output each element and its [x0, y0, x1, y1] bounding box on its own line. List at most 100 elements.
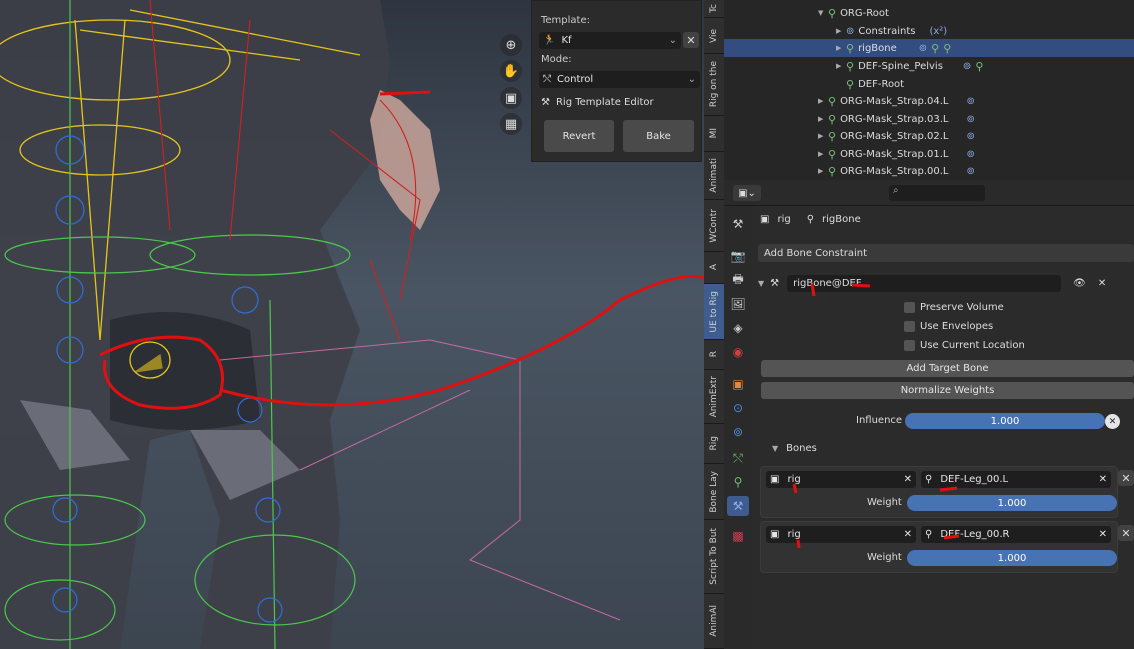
tab-view[interactable]: Vie	[704, 18, 724, 54]
zoom-icon[interactable]: ⊕	[500, 34, 522, 56]
rig-template-editor-button[interactable]: ⚒ Rig Template Editor	[541, 97, 654, 108]
bone-tab-icon[interactable]: ⚲	[727, 472, 749, 492]
outliner-row[interactable]: ▶ ⚲ ORG-Mask_Strap.02.L ⊚	[724, 127, 1134, 145]
bone-constraint-tab-icon[interactable]: ⚒	[727, 496, 749, 516]
revert-button[interactable]: Revert	[544, 120, 614, 152]
constraint-icon: ⊚	[846, 25, 855, 37]
tab-wcontr[interactable]: WContr	[704, 200, 724, 252]
expand-right-icon: ▶	[818, 115, 824, 123]
tab-label: Rig	[709, 436, 719, 451]
bone-icon: ⚲	[828, 6, 837, 20]
rig-template-editor-label: Rig Template Editor	[555, 97, 654, 108]
outliner-label: rigBone	[858, 42, 897, 54]
outliner-row[interactable]: ▼ ⚲ ORG-Root	[724, 4, 1134, 22]
bone-icon: ⚲	[828, 147, 837, 161]
bone-icon: ⚲	[828, 164, 837, 178]
bake-button[interactable]: Bake	[623, 120, 694, 152]
tab-r[interactable]: R	[704, 340, 724, 370]
texture-tab-icon[interactable]: ▩	[727, 526, 749, 546]
expand-right-icon: ▶	[818, 97, 824, 105]
mode-value: Control	[557, 74, 594, 85]
tab-bone-lay[interactable]: Bone Lay	[704, 464, 724, 520]
outliner: ▼ ⚲ ORG-Root ▶ ⊚ Constraints (x²) ▶ ⚲ rigBone ⊚ ⚲…	[724, 0, 1134, 180]
object-tab-icon[interactable]: ▣	[727, 374, 749, 394]
search-input[interactable]: ⌕	[889, 185, 985, 201]
outliner-row[interactable]: ▶ ⚲ ORG-Mask_Strap.00.L ⊚	[724, 162, 1134, 180]
constraint-icon: ⊚	[966, 113, 975, 125]
chevron-down-icon: ⌄	[668, 35, 677, 46]
expand-right-icon: ▶	[818, 150, 824, 158]
tab-label: Bone Lay	[709, 470, 719, 513]
tab-script-to-but[interactable]: Script To But	[704, 520, 724, 594]
outliner-row[interactable]: ▶ ⚲ ORG-Mask_Strap.04.L ⊚	[724, 92, 1134, 110]
tab-animal[interactable]: AnimAl	[704, 594, 724, 649]
constraint-tab-icon[interactable]: ⊚	[727, 422, 749, 442]
rig-template-panel: Template: 🏃 Kf ⌄ ✕ Mode: ⤲ Control ⌄ ⚒ R…	[531, 0, 702, 162]
outliner-label: ORG-Mask_Strap.02.L	[840, 130, 949, 142]
tab-rig-on-the[interactable]: Rig on the	[704, 54, 724, 116]
expand-right-icon: ▶	[836, 44, 842, 52]
bone-icon: ⚲	[931, 41, 940, 55]
bone-icon: ⚲	[846, 41, 855, 55]
properties-tabs: ⚒ 📷 🖶 🖼 ◈ ◉ ▣ ⊙ ⊚ ⤲ ⚲ ⚒ ▩	[724, 206, 752, 649]
render-tab-icon[interactable]: 📷	[727, 246, 749, 266]
outliner-label: DEF-Root	[858, 78, 905, 90]
tab-label: AnimAl	[709, 605, 719, 637]
outliner-label: Constraints	[858, 25, 916, 37]
camera-icon[interactable]: ▣	[500, 87, 522, 109]
bone-icon: ⚲	[846, 77, 855, 91]
template-dropdown[interactable]: 🏃 Kf ⌄	[539, 32, 681, 49]
constraint-icon: ⊚	[966, 148, 975, 160]
tab-label: Rig on the	[709, 61, 719, 108]
ortho-grid-icon[interactable]: ▦	[500, 113, 522, 135]
tab-label: A	[709, 264, 719, 271]
tab-label: Script To But	[709, 528, 719, 585]
modifier-tab-icon[interactable]: ⊙	[727, 398, 749, 418]
tab-a[interactable]: A	[704, 252, 724, 284]
tab-animextr[interactable]: AnimExtr	[704, 370, 724, 424]
tab-tool[interactable]: Tc	[704, 0, 724, 18]
mode-dropdown[interactable]: ⤲ Control ⌄	[539, 71, 700, 88]
outliner-row[interactable]: ▶ ⚲ DEF-Spine_Pelvis ⊚ ⚲	[724, 57, 1134, 75]
outliner-row[interactable]: ⚲ DEF-Root	[724, 75, 1134, 93]
tool-tab-icon[interactable]: ⚒	[727, 214, 749, 234]
tab-label: Vie	[709, 28, 719, 43]
wrench-icon: ⚒	[541, 97, 550, 108]
tab-label: Animati	[709, 158, 719, 193]
constraint-icon: ⊚	[962, 60, 972, 72]
annotation-marks	[792, 283, 960, 549]
expand-right-icon: ▶	[818, 132, 824, 140]
expand-right-icon: ▶	[836, 27, 842, 35]
world-tab-icon[interactable]: ◉	[727, 342, 749, 362]
properties-header: ▣⌄ ⌕	[724, 180, 1134, 206]
outliner-label: ORG-Mask_Strap.04.L	[840, 95, 949, 107]
search-icon: ⌕	[893, 185, 899, 196]
pan-hand-icon[interactable]: ✋	[500, 60, 522, 82]
constraint-icon: ⊚	[966, 130, 975, 142]
tab-rig[interactable]: Rig	[704, 424, 724, 464]
tab-animati[interactable]: Animati	[704, 152, 724, 200]
control-icon: ⤲	[543, 74, 551, 85]
outliner-row-selected[interactable]: ▶ ⚲ rigBone ⊚ ⚲ ⚲	[724, 39, 1134, 57]
tab-mi[interactable]: MI	[704, 116, 724, 152]
template-label: Template:	[541, 15, 590, 26]
editor-type-icon[interactable]: ▣⌄	[733, 185, 761, 201]
outliner-row[interactable]: ▶ ⚲ ORG-Mask_Strap.03.L ⊚	[724, 110, 1134, 128]
scene-tab-icon[interactable]: ◈	[727, 318, 749, 338]
expand-right-icon: ▶	[818, 167, 824, 175]
sidebar-tabs: Tc Vie Rig on the MI Animati WContr A UE…	[704, 0, 724, 649]
outliner-row[interactable]: ▶ ⊚ Constraints (x²)	[724, 22, 1134, 40]
template-clear-button[interactable]: ✕	[683, 32, 699, 48]
expand-down-icon: ▼	[818, 9, 824, 17]
outliner-row[interactable]: ▶ ⚲ ORG-Mask_Strap.01.L ⊚	[724, 145, 1134, 163]
output-tab-icon[interactable]: 🖶	[727, 270, 749, 290]
bone-icon: ⚲	[828, 94, 837, 108]
runner-icon: 🏃	[543, 35, 556, 46]
armature-tab-icon[interactable]: ⤲	[727, 448, 749, 468]
function-icon: (x²)	[929, 25, 948, 37]
view-layer-tab-icon[interactable]: 🖼	[727, 294, 749, 314]
tab-ue-to-rig[interactable]: UE to Rig	[704, 284, 724, 340]
outliner-label: DEF-Spine_Pelvis	[858, 60, 943, 72]
outliner-label: ORG-Root	[840, 7, 889, 19]
mode-label: Mode:	[541, 54, 572, 65]
